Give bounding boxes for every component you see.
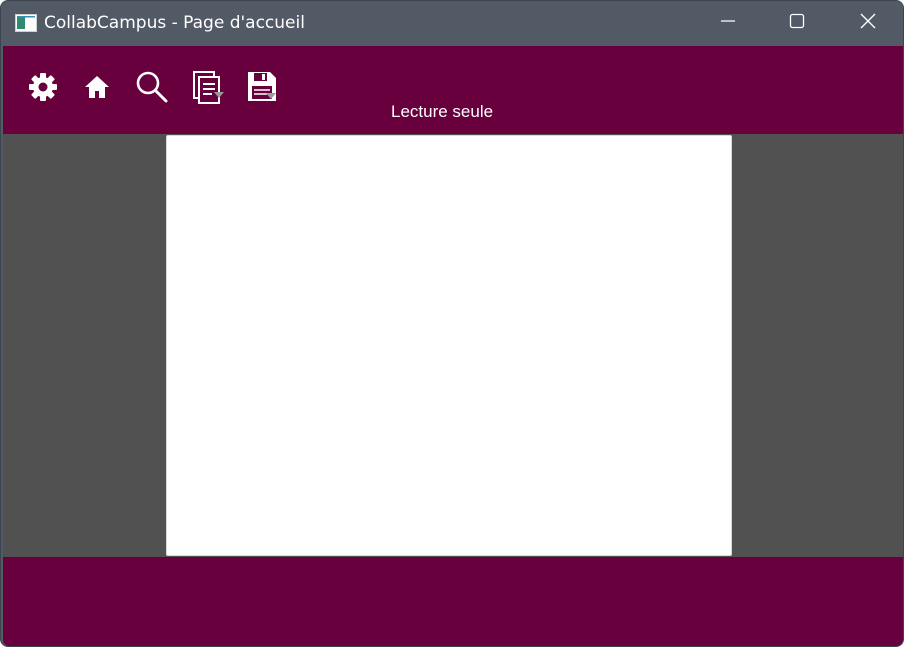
maximize-button[interactable] [774, 1, 820, 46]
app-icon [15, 14, 37, 32]
footer-bar [3, 557, 903, 646]
settings-button[interactable] [26, 72, 60, 106]
search-icon [135, 70, 169, 109]
gear-icon [27, 71, 59, 108]
home-button[interactable] [80, 72, 114, 106]
home-icon [82, 72, 112, 107]
window-title: CollabCampus - Page d'accueil [44, 13, 305, 33]
save-button[interactable] [245, 70, 279, 109]
toolbar: Lecture seule [3, 46, 903, 134]
title-bar[interactable]: CollabCampus - Page d'accueil [1, 1, 903, 46]
read-only-label: Lecture seule [391, 102, 494, 121]
close-button[interactable] [845, 1, 891, 46]
save-icon [245, 70, 279, 109]
document-button[interactable] [190, 70, 226, 109]
document-page[interactable] [166, 135, 732, 556]
content-area [3, 134, 903, 557]
close-icon [859, 12, 877, 35]
minimize-icon [720, 13, 736, 34]
minimize-button[interactable] [705, 1, 751, 46]
maximize-icon [789, 13, 805, 34]
document-icon [190, 70, 226, 109]
search-button[interactable] [135, 70, 169, 109]
app-window: CollabCampus - Page d'accueil Lecture se… [0, 0, 904, 647]
